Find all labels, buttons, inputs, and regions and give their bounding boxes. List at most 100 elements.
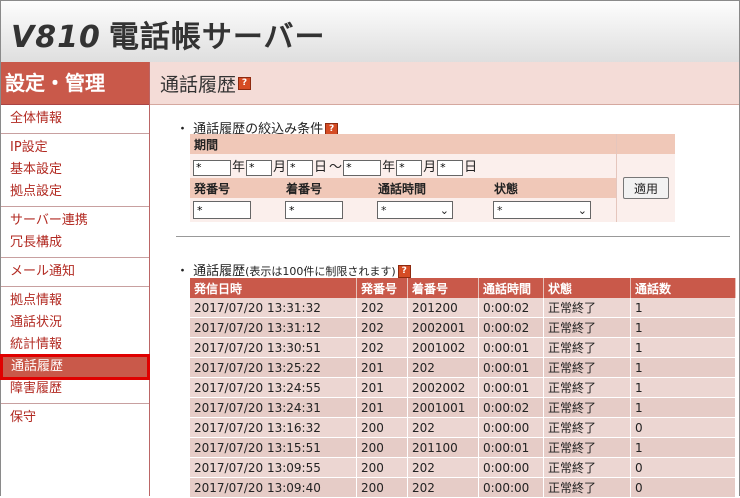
sidebar-item-redundancy[interactable]: 冗長構成 — [1, 232, 149, 254]
cell-status: 正常終了 — [543, 477, 631, 498]
cell-call-datetime: 2017/07/20 13:24:31 — [190, 397, 357, 418]
cell-callee: 201200 — [407, 298, 479, 318]
from-year-input[interactable] — [193, 159, 231, 176]
cell-status: 正常終了 — [543, 298, 631, 318]
cell-call-datetime: 2017/07/20 13:31:12 — [190, 317, 357, 338]
cell-duration: 0:00:01 — [478, 377, 544, 398]
apply-button[interactable]: 適用 — [623, 177, 669, 199]
callee-cell — [282, 198, 374, 222]
sidebar-item-fault-history[interactable]: 障害履歴 — [1, 378, 149, 400]
unit-day: 日 — [314, 160, 328, 176]
cell-duration: 0:00:00 — [478, 477, 544, 498]
sidebar-item-statistics[interactable]: 統計情報 — [1, 334, 149, 356]
callee-input[interactable] — [285, 201, 343, 219]
page-title: 通話履歴 — [160, 73, 237, 96]
history-table: 発信日時 発番号 着番号 通話時間 状態 通話数 2017/07/20 13:3… — [190, 278, 736, 498]
sidebar-item-mail-notification[interactable]: メール通知 — [1, 261, 149, 283]
col-caller: 発番号 — [356, 278, 408, 298]
section-divider — [176, 236, 730, 237]
table-row: 2017/07/20 13:09:40 200 202 0:00:00 正常終了 0 — [190, 477, 736, 498]
filter-header-blank — [616, 134, 675, 154]
cell-call-datetime: 2017/07/20 13:09:40 — [190, 477, 357, 498]
cell-call-datetime: 2017/07/20 13:25:22 — [190, 357, 357, 378]
unit-year: 年 — [382, 160, 396, 176]
sidebar-group: サーバー連携 冗長構成 — [1, 207, 149, 258]
cell-call-datetime: 2017/07/20 13:15:51 — [190, 437, 357, 458]
duration-select-value: * — [381, 203, 387, 217]
cell-call-datetime: 2017/07/20 13:09:55 — [190, 457, 357, 478]
sidebar-item-site-info[interactable]: 拠点情報 — [1, 290, 149, 312]
sidebar-group: メール通知 — [1, 258, 149, 287]
col-call-datetime: 発信日時 — [190, 278, 357, 298]
sidebar-item-basic-settings[interactable]: 基本設定 — [1, 159, 149, 181]
table-row: 2017/07/20 13:30:51 202 2001002 0:00:01 正常終了… — [190, 337, 736, 358]
cell-call-count: 1 — [630, 357, 736, 378]
history-header-row: 発信日時 発番号 着番号 通話時間 状態 通話数 — [190, 278, 736, 298]
sidebar-item-call-history[interactable]: 通話履歴 — [0, 354, 150, 380]
cell-callee: 202 — [407, 457, 479, 478]
cell-call-datetime: 2017/07/20 13:31:32 — [190, 298, 357, 318]
from-day-input[interactable] — [287, 159, 314, 176]
sidebar-item-site-settings[interactable]: 拠点設定 — [1, 181, 149, 203]
duration-select[interactable]: * ⌄ — [377, 201, 453, 219]
sidebar-group: 全体情報 — [1, 105, 149, 134]
help-icon[interactable]: ? — [238, 76, 252, 90]
col-call-count: 通話数 — [630, 278, 736, 298]
unit-year: 年 — [232, 160, 246, 176]
status-select-value: * — [497, 203, 503, 217]
cell-call-count: 1 — [630, 298, 736, 318]
sidebar-item-ip-settings[interactable]: IP設定 — [1, 137, 149, 159]
cell-duration: 0:00:01 — [478, 337, 544, 358]
cell-status: 正常終了 — [543, 457, 631, 478]
cell-status: 正常終了 — [543, 357, 631, 378]
to-month-input[interactable] — [396, 159, 423, 176]
unit-day: 日 — [464, 160, 478, 176]
table-row: 2017/07/20 13:25:22 201 202 0:00:01 正常終了 1 — [190, 357, 736, 378]
cell-caller: 202 — [356, 337, 408, 358]
sidebar-item-overview[interactable]: 全体情報 — [1, 108, 149, 130]
cell-caller: 201 — [356, 377, 408, 398]
sidebar-item-call-status[interactable]: 通話状況 — [1, 312, 149, 334]
table-row: 2017/07/20 13:31:12 202 2002001 0:00:02 正常終了… — [190, 317, 736, 338]
caller-input[interactable] — [193, 201, 251, 219]
table-row: 2017/07/20 13:09:55 200 202 0:00:00 正常終了 0 — [190, 457, 736, 478]
period-label: 期間 — [190, 134, 617, 154]
sidebar-group: 保守 — [1, 404, 149, 432]
col-callee: 着番号 — [407, 278, 479, 298]
cell-duration: 0:00:01 — [478, 357, 544, 378]
filter-table: 期間 年月日〜年月日 適用 発番号 着番号 通話時間 状態 — [190, 134, 675, 222]
from-month-input[interactable] — [246, 159, 273, 176]
to-day-input[interactable] — [437, 159, 464, 176]
model-name: V810 — [11, 20, 101, 55]
cell-callee: 2001002 — [407, 337, 479, 358]
cell-call-count: 0 — [630, 417, 736, 438]
app-header: V810 電話帳サーバー — [0, 0, 740, 63]
cell-caller: 200 — [356, 437, 408, 458]
cell-caller: 201 — [356, 357, 408, 378]
caller-label: 発番号 — [190, 178, 282, 198]
cell-status: 正常終了 — [543, 437, 631, 458]
cell-call-count: 1 — [630, 317, 736, 338]
cell-caller: 200 — [356, 417, 408, 438]
sidebar-group: IP設定 基本設定 拠点設定 — [1, 134, 149, 207]
unit-month: 月 — [423, 160, 437, 176]
cell-status: 正常終了 — [543, 417, 631, 438]
sidebar-item-maintenance[interactable]: 保守 — [1, 407, 149, 429]
callee-label: 着番号 — [282, 178, 374, 198]
sidebar-title: 設定・管理 — [1, 62, 149, 105]
cell-call-datetime: 2017/07/20 13:16:32 — [190, 417, 357, 438]
table-row: 2017/07/20 13:15:51 200 201100 0:00:01 正常終了 1 — [190, 437, 736, 458]
cell-call-count: 1 — [630, 397, 736, 418]
duration-cell: * ⌄ — [374, 198, 490, 222]
cell-caller: 200 — [356, 477, 408, 498]
cell-call-count: 0 — [630, 457, 736, 478]
cell-status: 正常終了 — [543, 397, 631, 418]
status-select[interactable]: * ⌄ — [493, 201, 591, 219]
table-row: 2017/07/20 13:31:32 202 201200 0:00:02 正常終了 1 — [190, 298, 736, 318]
sidebar-item-server-link[interactable]: サーバー連携 — [1, 210, 149, 232]
cell-caller: 202 — [356, 298, 408, 318]
to-year-input[interactable] — [343, 159, 382, 176]
help-icon[interactable]: ? — [397, 265, 411, 278]
cell-call-datetime: 2017/07/20 13:30:51 — [190, 337, 357, 358]
chevron-down-icon: ⌄ — [577, 203, 587, 217]
